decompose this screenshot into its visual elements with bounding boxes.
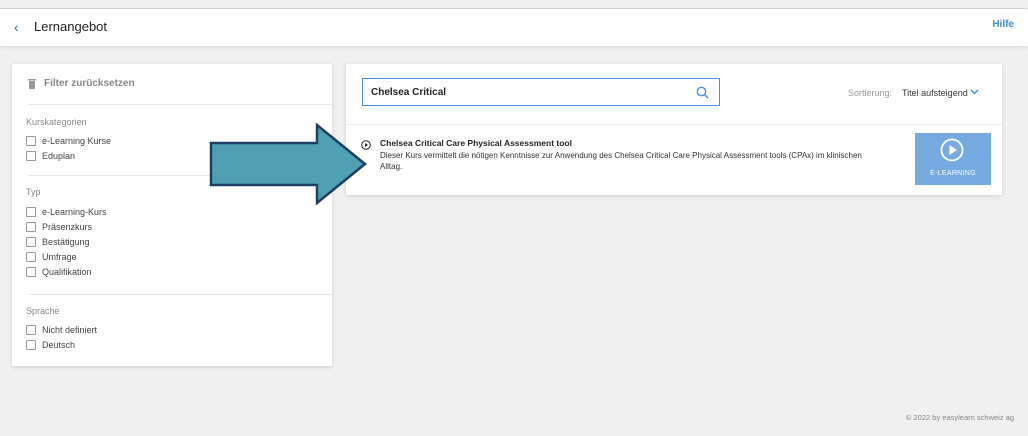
group-title-typ: Typ [26,187,41,197]
checkbox[interactable] [26,207,36,217]
help-link[interactable]: Hilfe [992,19,1014,30]
checkbox[interactable] [26,136,36,146]
checkbox[interactable] [26,267,36,277]
filter-option-label: Präsenzkurs [42,222,93,232]
filter-option-label: e-Learning-Kurs [42,207,107,217]
filter-option-bestaetigung[interactable]: Bestätigung [26,236,90,248]
checkbox[interactable] [26,325,36,335]
trash-icon [28,78,36,89]
filter-option-label: Nicht definiert [42,325,98,335]
group-title-sprache: Sprache [26,306,60,316]
filter-option-label: Eduplan [42,151,76,161]
filter-option-label: Umfrage [42,252,77,262]
chevron-down-icon[interactable] [970,89,979,95]
course-title-link[interactable]: Chelsea Critical Care Physical Assessmen… [380,138,572,148]
filter-option-eduplan[interactable]: Eduplan [26,150,75,162]
filter-option-label: Deutsch [42,340,76,350]
sort-dropdown[interactable]: Titel aufsteigend [902,88,968,98]
filter-option-label: Bestätigung [42,237,90,247]
reset-filter-button[interactable]: Filter zurücksetzen [28,78,135,89]
checkbox[interactable] [26,237,36,247]
filter-option-deutsch[interactable]: Deutsch [26,339,75,351]
checkbox[interactable] [26,340,36,350]
e-learning-tile[interactable]: E-LEARNING [915,133,991,185]
filter-option-qualifikation[interactable]: Qualifikation [26,266,92,278]
e-learning-label: E-LEARNING [930,170,976,177]
divider [346,124,1002,125]
search-box[interactable] [362,78,720,106]
chevron-left-icon[interactable]: ‹ [14,18,19,36]
filter-option-nicht-definiert[interactable]: Nicht definiert [26,324,97,336]
checkbox[interactable] [26,151,36,161]
checkbox[interactable] [26,222,36,232]
filter-panel: Filter zurücksetzen Kurskategorien e-Lea… [12,64,332,366]
filter-option-label: e-Learning Kurse [42,136,112,146]
search-input[interactable] [371,87,691,98]
divider [28,104,332,105]
sort-label: Sortierung: [848,88,893,98]
divider [28,294,332,295]
filter-option-e-learning-kurse[interactable]: e-Learning Kurse [26,135,111,147]
filter-option-label: Qualifikation [42,267,92,277]
page-title: Lernangebot [34,19,108,34]
filter-option-umfrage[interactable]: Umfrage [26,251,77,263]
group-title-kurskategorien: Kurskategorien [26,117,87,127]
filter-option-e-learning-kurs[interactable]: e-Learning-Kurs [26,206,107,218]
page-header: ‹ Lernangebot Hilfe [0,9,1028,46]
results-panel: Sortierung: Titel aufsteigend Chelsea Cr… [346,64,1002,195]
footer-copyright: © 2022 by easylearn schweiz ag [905,413,1014,422]
search-icon[interactable] [696,86,709,99]
course-description: Dieser Kurs vermittelt die nötigen Kennt… [380,151,862,171]
reset-filter-label: Filter zurücksetzen [44,78,135,89]
annotation-arrow [209,123,367,205]
play-circle-icon [940,138,964,162]
filter-option-praesenzkurs[interactable]: Präsenzkurs [26,221,92,233]
checkbox[interactable] [26,252,36,262]
